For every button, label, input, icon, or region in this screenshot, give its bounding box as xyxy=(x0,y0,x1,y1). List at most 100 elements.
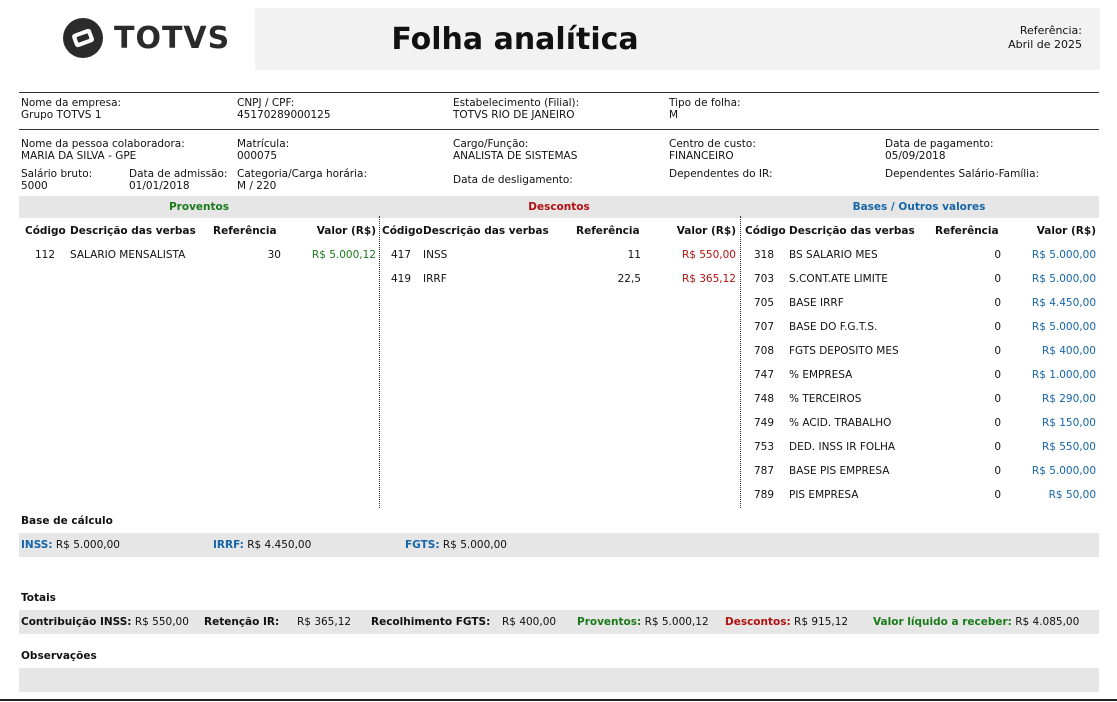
bases-valor: R$ 550,00 xyxy=(1041,441,1096,453)
divider xyxy=(19,92,1099,93)
base-calculo-fgts: FGTS: R$ 5.000,00 xyxy=(405,539,507,551)
value: Grupo TOTVS 1 xyxy=(21,109,102,121)
col-descricao: Descrição das verbas xyxy=(423,225,549,237)
descontos-descricao: INSS xyxy=(423,249,448,261)
bases-codigo: 703 xyxy=(754,273,775,285)
bases-codigo: 749 xyxy=(754,417,775,429)
bases-valor: R$ 290,00 xyxy=(1041,393,1096,405)
bases-codigo: 789 xyxy=(754,489,775,501)
total-recolh-fgts: Recolhimento FGTS: xyxy=(371,616,490,628)
divider xyxy=(19,129,1099,130)
section-bases: Bases / Outros valores xyxy=(852,201,986,213)
bases-codigo: 748 xyxy=(754,393,775,405)
column-separator xyxy=(740,216,741,508)
label: Retenção IR: xyxy=(204,616,280,628)
value: 000075 xyxy=(237,150,278,162)
bases-valor: R$ 5.000,00 xyxy=(1031,321,1096,333)
bases-referencia: 0 xyxy=(994,441,1001,453)
bases-descricao: BASE IRRF xyxy=(789,297,844,309)
descontos-valor: R$ 365,12 xyxy=(681,273,736,285)
inss-label: INSS: xyxy=(21,539,53,551)
value: M xyxy=(669,109,679,121)
totvs-logo-icon xyxy=(63,18,103,58)
bases-valor: R$ 50,00 xyxy=(1048,489,1096,501)
estab-field: Estabelecimento (Filial): TOTVS RIO DE J… xyxy=(453,97,579,121)
fgts-value: R$ 5.000,00 xyxy=(442,539,507,551)
section-proventos: Proventos xyxy=(168,201,229,213)
bases-codigo: 747 xyxy=(754,369,775,381)
bases-descricao: BASE PIS EMPRESA xyxy=(789,465,890,477)
label: CNPJ / CPF: xyxy=(237,97,295,109)
tipo-folha-field: Tipo de folha: M xyxy=(669,97,741,121)
proventos-codigo: 112 xyxy=(35,249,56,261)
bases-valor: R$ 400,00 xyxy=(1041,345,1096,357)
bases-referencia: 0 xyxy=(994,489,1001,501)
bases-referencia: 0 xyxy=(994,249,1001,261)
bases-descricao: DED. INSS IR FOLHA xyxy=(789,441,896,453)
label: Salário bruto: xyxy=(21,168,93,180)
value: 01/01/2018 xyxy=(129,180,190,192)
total-descontos: Descontos: R$ 915,12 xyxy=(725,616,848,628)
bases-referencia: 0 xyxy=(994,465,1001,477)
logo-text: TOTVS xyxy=(114,20,231,56)
bases-valor: R$ 5.000,00 xyxy=(1031,465,1096,477)
col-descricao: Descrição das verbas xyxy=(70,225,196,237)
bottom-border xyxy=(0,699,1117,701)
value: R$ 5.000,12 xyxy=(644,616,709,628)
bases-descricao: % TERCEIROS xyxy=(789,393,862,405)
section-header-bar: Proventos Descontos Bases / Outros valor… xyxy=(19,196,1099,218)
total-proventos: Proventos: R$ 5.000,12 xyxy=(577,616,709,628)
label: Descontos: xyxy=(725,616,791,628)
data-desligamento-label: Data de desligamento: xyxy=(453,174,573,186)
cnpj-field: CNPJ / CPF: 45170289000125 xyxy=(237,97,331,121)
salario-bruto-field: Salário bruto: 5000 xyxy=(21,168,92,192)
label: Estabelecimento (Filial): xyxy=(453,97,580,109)
bases-descricao: FGTS DEPOSITO MES xyxy=(789,345,899,357)
base-calculo-bar xyxy=(19,533,1099,557)
base-calculo-title: Base de cálculo xyxy=(21,515,113,527)
value: 05/09/2018 xyxy=(885,150,946,162)
matricula-field: Matrícula: 000075 xyxy=(237,138,289,162)
value: ANALISTA DE SISTEMAS xyxy=(453,150,578,162)
descontos-descricao: IRRF xyxy=(423,273,447,285)
label: Contribuição INSS: xyxy=(21,616,132,628)
total-retencao-ir-value: R$ 365,12 xyxy=(297,616,352,628)
label: Categoria/Carga horária: xyxy=(237,168,368,180)
value: 5000 xyxy=(21,180,48,192)
centro-custo-field: Centro de custo: FINANCEIRO xyxy=(669,138,756,162)
reference-value: Abril de 2025 xyxy=(1008,38,1082,51)
bases-codigo: 708 xyxy=(754,345,775,357)
bases-descricao: BASE DO F.G.T.S. xyxy=(789,321,878,333)
descontos-codigo: 419 xyxy=(391,273,412,285)
company-name-field: Nome da empresa: Grupo TOTVS 1 xyxy=(21,97,121,121)
col-codigo: Código xyxy=(382,225,423,237)
value: 45170289000125 xyxy=(237,109,331,121)
inss-value: R$ 5.000,00 xyxy=(55,539,120,551)
dependentes-sf-label: Dependentes Salário-Família: xyxy=(885,168,1040,180)
bases-referencia: 0 xyxy=(994,297,1001,309)
column-separator xyxy=(379,216,380,508)
value: R$ 550,00 xyxy=(134,616,189,628)
label: Proventos: xyxy=(577,616,642,628)
employee-name-field: Nome da pessoa colaboradora: MARIA DA SI… xyxy=(21,138,185,162)
bases-descricao: S.CONT.ATE LIMITE xyxy=(789,273,888,285)
bases-referencia: 0 xyxy=(994,345,1001,357)
irrf-label: IRRF: xyxy=(213,539,244,551)
label: Data de admissão: xyxy=(129,168,228,180)
bases-descricao: BS SALARIO MES xyxy=(789,249,878,261)
bases-valor: R$ 4.450,00 xyxy=(1031,297,1096,309)
title-box: Folha analítica Referência: Abril de 202… xyxy=(255,8,1100,70)
bases-valor: R$ 150,00 xyxy=(1041,417,1096,429)
total-contrib-inss: Contribuição INSS: R$ 550,00 xyxy=(21,616,189,628)
col-referencia: Referência xyxy=(213,225,277,237)
data-admissao-field: Data de admissão: 01/01/2018 xyxy=(129,168,227,192)
proventos-referencia: 30 xyxy=(267,249,281,261)
total-liquido: Valor líquido a receber: R$ 4.085,00 xyxy=(873,616,1079,628)
total-retencao-ir: Retenção IR: xyxy=(204,616,279,628)
base-calculo-inss: INSS: R$ 5.000,00 xyxy=(21,539,120,551)
irrf-value: R$ 4.450,00 xyxy=(247,539,312,551)
bases-descricao: % EMPRESA xyxy=(789,369,853,381)
bases-referencia: 0 xyxy=(994,417,1001,429)
reference-label: Referência: xyxy=(1019,24,1082,37)
descontos-valor: R$ 550,00 xyxy=(681,249,736,261)
